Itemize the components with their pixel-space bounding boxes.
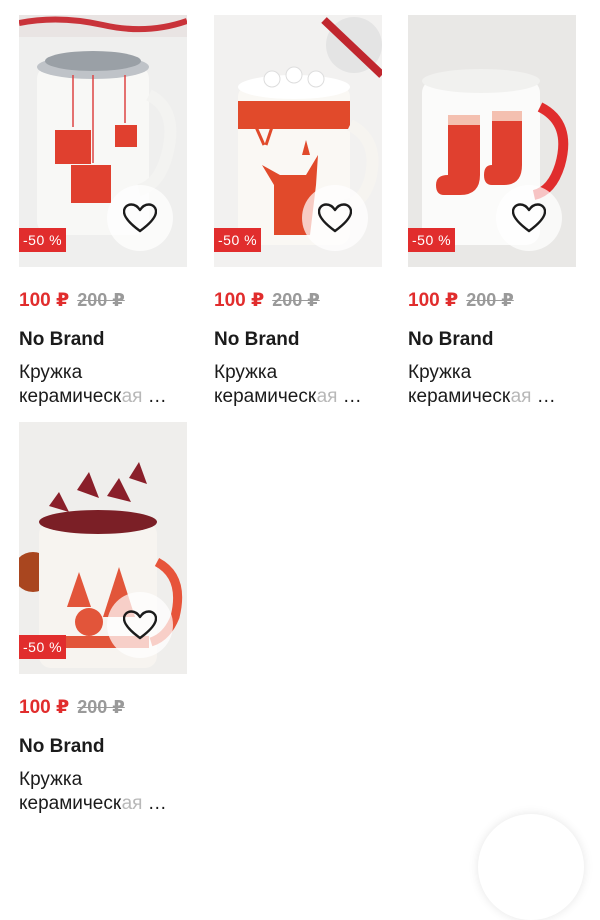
old-price: 200 ₽: [466, 290, 514, 310]
product-title[interactable]: Кружка керамическая …: [214, 361, 382, 409]
scroll-to-top-button[interactable]: [478, 814, 584, 920]
product-image[interactable]: -50 %: [214, 15, 382, 267]
title-line-1: Кружка: [408, 362, 472, 383]
favorite-button[interactable]: [107, 185, 173, 251]
discount-badge: -50 %: [408, 228, 456, 252]
product-title[interactable]: Кружка керамическая …: [19, 361, 187, 409]
title-line-1: Кружка: [214, 362, 278, 383]
title-text: керамическ: [19, 793, 122, 814]
product-title[interactable]: Кружка керамическая …: [408, 361, 576, 409]
product-image[interactable]: -50 %: [19, 422, 187, 674]
title-ellipsis: …: [147, 386, 167, 407]
price-row: 100 ₽ 200 ₽: [214, 289, 382, 311]
current-price: 100 ₽: [19, 290, 70, 311]
discount-badge: -50 %: [214, 228, 262, 252]
heart-outline-icon: [512, 203, 546, 233]
old-price: 200 ₽: [77, 697, 125, 717]
title-fade: ая: [121, 386, 143, 407]
heart-outline-icon: [318, 203, 352, 233]
brand-name: No Brand: [214, 329, 300, 350]
title-ellipsis: …: [536, 386, 556, 407]
discount-badge: -50 %: [19, 635, 67, 659]
price-row: 100 ₽ 200 ₽: [19, 696, 187, 718]
title-line-2: керамическая …: [19, 792, 187, 816]
product-card[interactable]: -50 % 100 ₽ 200 ₽ No Brand Кружка керами…: [19, 15, 187, 409]
product-card[interactable]: -50 % 100 ₽ 200 ₽ No Brand Кружка керами…: [214, 15, 382, 409]
brand-name: No Brand: [19, 736, 105, 757]
price-row: 100 ₽ 200 ₽: [19, 289, 187, 311]
title-text: керамическ: [214, 386, 317, 407]
title-line-2: керамическая …: [408, 385, 576, 409]
title-ellipsis: …: [147, 793, 167, 814]
title-line-2: керамическая …: [214, 385, 382, 409]
favorite-button[interactable]: [496, 185, 562, 251]
favorite-button[interactable]: [302, 185, 368, 251]
product-card[interactable]: -50 % 100 ₽ 200 ₽ No Brand Кружка керами…: [19, 422, 187, 816]
product-title[interactable]: Кружка керамическая …: [19, 768, 187, 816]
heart-outline-icon: [123, 610, 157, 640]
heart-outline-icon: [123, 203, 157, 233]
title-fade: ая: [316, 386, 338, 407]
title-fade: ая: [510, 386, 532, 407]
old-price: 200 ₽: [272, 290, 320, 310]
title-text: керамическ: [408, 386, 511, 407]
title-line-1: Кружка: [19, 362, 83, 383]
product-card[interactable]: -50 % 100 ₽ 200 ₽ No Brand Кружка керами…: [408, 15, 576, 409]
title-fade: ая: [121, 793, 143, 814]
favorite-button[interactable]: [107, 592, 173, 658]
title-line-2: керамическая …: [19, 385, 187, 409]
discount-badge: -50 %: [19, 228, 67, 252]
old-price: 200 ₽: [77, 290, 125, 310]
title-line-1: Кружка: [19, 769, 83, 790]
product-image[interactable]: -50 %: [408, 15, 576, 267]
brand-name: No Brand: [19, 329, 105, 350]
current-price: 100 ₽: [408, 290, 459, 311]
product-grid: -50 % 100 ₽ 200 ₽ No Brand Кружка керами…: [0, 0, 600, 920]
title-text: керамическ: [19, 386, 122, 407]
product-image[interactable]: -50 %: [19, 15, 187, 267]
current-price: 100 ₽: [19, 697, 70, 718]
brand-name: No Brand: [408, 329, 494, 350]
title-ellipsis: …: [342, 386, 362, 407]
price-row: 100 ₽ 200 ₽: [408, 289, 576, 311]
current-price: 100 ₽: [214, 290, 265, 311]
